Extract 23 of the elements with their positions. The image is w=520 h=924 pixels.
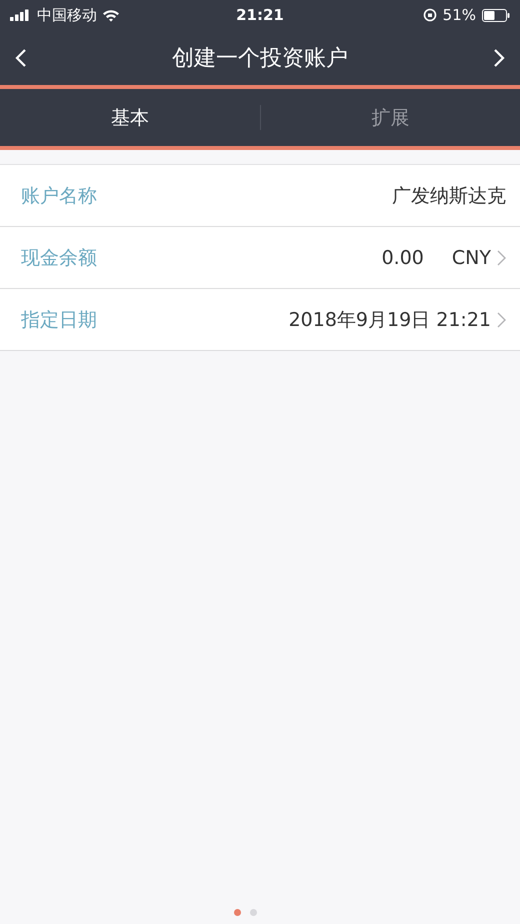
page-dot[interactable]: [234, 909, 240, 916]
battery-percent: 51%: [442, 6, 476, 24]
form-row[interactable]: 现金余额 0.00 CNY: [0, 227, 520, 289]
currency-unit: CNY: [452, 246, 491, 268]
field-value: 广发纳斯达克: [392, 184, 506, 208]
clock-time: 21:21: [236, 6, 284, 24]
rotation-lock-icon: [422, 8, 437, 22]
tab[interactable]: 基本: [0, 89, 260, 146]
form-row[interactable]: 指定日期 2018年9月19日 21:21: [0, 289, 520, 351]
forward-chevron-icon: [492, 48, 506, 68]
page-title: 创建一个投资账户: [172, 44, 348, 72]
page-dot[interactable]: [250, 909, 256, 916]
wifi-icon: [102, 8, 120, 22]
back-chevron-icon: [14, 48, 28, 68]
form-row[interactable]: 账户名称 广发纳斯达克: [0, 165, 520, 227]
battery-icon: [482, 8, 510, 22]
field-label: 账户名称: [21, 184, 98, 208]
tab[interactable]: 扩展: [260, 89, 520, 146]
field-value: 0.00: [382, 246, 424, 268]
carrier-name: 中国移动: [37, 6, 97, 24]
field-value: 2018年9月19日 21:21: [288, 308, 491, 332]
field-label: 指定日期: [21, 308, 98, 332]
field-label: 现金余额: [21, 246, 98, 270]
